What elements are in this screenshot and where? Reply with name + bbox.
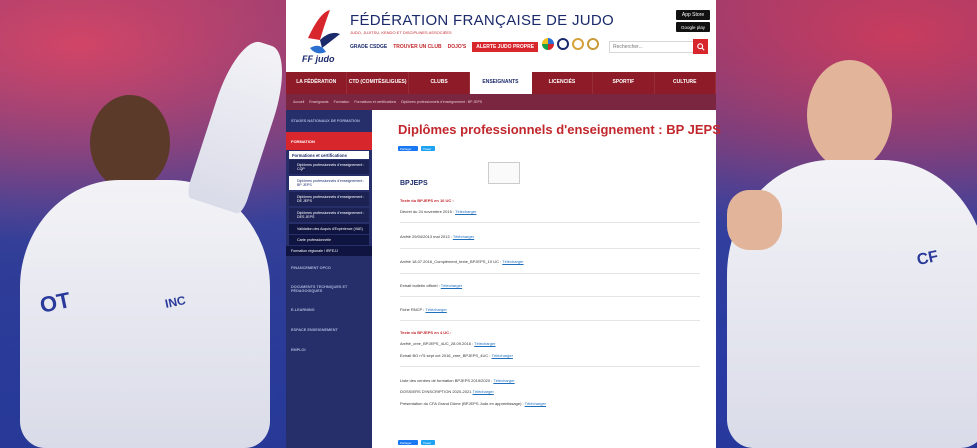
download-link[interactable]: Télécharger — [425, 307, 446, 312]
divider — [400, 222, 700, 223]
nav-licencies[interactable]: LICENCIÉS — [532, 72, 594, 94]
search-icon — [696, 42, 705, 51]
partner-logo-icon[interactable] — [542, 38, 554, 50]
facebook-share-button[interactable]: Partager — [398, 146, 418, 151]
nav-ctd[interactable]: CTD (COMITÉS/LIGUES) — [347, 72, 409, 94]
divider — [400, 296, 700, 297]
download-link[interactable]: Télécharger — [492, 353, 513, 358]
quicklink-grade[interactable]: GRADE CSDGE — [350, 44, 387, 50]
site-header: FF judo FÉDÉRATION FRANÇAISE DE JUDO JUD… — [286, 0, 716, 70]
nav-la-federation[interactable]: LA FÉDÉRATION — [286, 72, 348, 94]
search-button[interactable] — [693, 39, 708, 54]
divider — [400, 320, 700, 321]
site-subtitle: JUDO, JUJITSU, KENDO ET DISCIPLINES ASSO… — [350, 30, 452, 35]
nav-enseignants[interactable]: ENSEIGNANTS — [470, 72, 532, 94]
download-link[interactable]: Télécharger — [453, 234, 474, 239]
text-line: Extrait BO n°5 sept oct 2016_cree_BPJEPS… — [400, 353, 513, 358]
download-link[interactable]: Télécharger — [474, 341, 495, 346]
sidebar-item-espace-enseignement[interactable]: ESPACE ENSEIGNEMENT — [286, 322, 372, 338]
text-line: Présentation du CFA Grand Dôme (BPJEPS J… — [400, 401, 547, 406]
sidebar-subitem-dejeps[interactable]: Diplômes professionnels d'enseignement :… — [289, 192, 369, 206]
text-line: DOSSIERS D'INSCRIPTION 2020-2021 Télécha… — [400, 389, 494, 394]
section-title: BPJEPS — [400, 180, 428, 187]
divider — [400, 273, 700, 274]
search-input[interactable]: Rechercher... — [609, 41, 701, 53]
download-link[interactable]: Télécharger — [473, 389, 494, 394]
facebook-share-button[interactable]: Partager — [398, 440, 418, 445]
breadcrumb-current: Diplômes professionnels d'enseignement :… — [401, 100, 483, 104]
sidebar-item-documents[interactable]: DOCUMENTS TECHNIQUES ET PÉDAGOGIQUES — [286, 280, 372, 298]
quicklinks: GRADE CSDGE TROUVER UN CLUB DOJO'S ALERT… — [350, 42, 539, 52]
sidebar-subitem-vae[interactable]: Validation des Acquis d'Expérience (VAE) — [289, 224, 369, 234]
sidebar-item-stages[interactable]: STAGES NATIONAUX DE FORMATION — [286, 114, 372, 128]
divider — [400, 366, 700, 367]
share-buttons-top: Partager Tweet — [398, 146, 435, 151]
partner-logo-icon[interactable] — [557, 38, 569, 50]
athlete-left-head — [90, 95, 170, 190]
quicklink-dojos[interactable]: DOJO'S — [448, 44, 467, 50]
athlete-right-fist — [727, 190, 782, 250]
twitter-share-button[interactable]: Tweet — [421, 146, 435, 151]
download-link[interactable]: Télécharger — [455, 209, 476, 214]
alert-judo-propre-button[interactable]: ALERTE JUDO PROPRE — [472, 42, 539, 52]
text-line: Décret du 24 novembre 2015 : Télécharger — [400, 209, 477, 214]
athlete-left-arm — [185, 34, 295, 216]
dossiers-inscription-link[interactable]: DOSSIERS D'INSCRIPTION 2020-2021 — [400, 389, 471, 394]
document-thumbnail[interactable] — [488, 162, 520, 184]
nav-culture[interactable]: CULTURE — [655, 72, 716, 94]
quicklink-trouver-club[interactable]: TROUVER UN CLUB — [393, 44, 441, 50]
sidebar-item-emploi[interactable]: EMPLOI — [286, 342, 372, 358]
text-line: Fiche RNCP : Télécharger — [400, 307, 447, 312]
breadcrumb-item[interactable]: Formations et certifications — [354, 100, 396, 104]
main-page: FF judo FÉDÉRATION FRANÇAISE DE JUDO JUD… — [286, 0, 721, 448]
olympic-logo-icon[interactable] — [572, 38, 584, 50]
sidebar-item-financement[interactable]: FINANCEMENT OPCO — [286, 260, 372, 276]
text-line: Extrait bulletin officiel : Télécharger — [400, 283, 463, 288]
text-line: Arrêté_cree_BPJEPS_4UC_28.09.2016 : Télé… — [400, 341, 496, 346]
paralympic-logo-icon[interactable] — [587, 38, 599, 50]
sidebar-subitem-bpjeps[interactable]: Diplômes professionnels d'enseignement :… — [289, 176, 369, 190]
text-line: Arrêté 29/04/2013 mai 2013 : Télécharger — [400, 234, 475, 239]
download-link[interactable]: Télécharger — [441, 283, 462, 288]
text-line: Liste des centres de formation BPJEPS 20… — [400, 378, 515, 383]
breadcrumb: Accueil Enseignants Formation Formations… — [286, 94, 716, 110]
logo-text: FF judo — [302, 54, 335, 64]
divider — [400, 248, 700, 249]
heading-4uc: Texte du BPJEPS en 4 UC : — [400, 330, 452, 335]
athlete-right-photo: CF — [687, 0, 977, 448]
athlete-right-head — [807, 60, 892, 170]
sidebar: STAGES NATIONAUX DE FORMATION FORMATION … — [286, 110, 372, 448]
breadcrumb-item[interactable]: Formation — [334, 100, 350, 104]
sidebar-subitem-cqp[interactable]: Diplômes professionnels d'enseignement :… — [289, 160, 369, 174]
content-area: Diplômes professionnels d'enseignement :… — [390, 110, 721, 448]
sidebar-item-elearning[interactable]: E-LEARNING — [286, 302, 372, 318]
sidebar-subitem-carte-pro[interactable]: Carte professionnelle — [289, 235, 369, 245]
site-title[interactable]: FÉDÉRATION FRANÇAISE DE JUDO — [350, 12, 614, 29]
athlete-left-photo: OT INC — [0, 0, 295, 448]
sidebar-item-formations-certifications[interactable]: Formations et certifications — [289, 151, 369, 159]
download-link[interactable]: Télécharger — [525, 401, 546, 406]
nav-sportif[interactable]: SPORTIF — [593, 72, 655, 94]
breadcrumb-item[interactable]: Enseignants — [309, 100, 328, 104]
twitter-share-button[interactable]: Tweet — [421, 440, 435, 445]
partner-logos — [542, 38, 599, 50]
text-line: Arrêté 18.07.2016_Complément_texte_BPJEP… — [400, 259, 524, 264]
sidebar-subitem-desjeps[interactable]: Diplômes professionnels d'enseignement :… — [289, 208, 369, 222]
main-nav: LA FÉDÉRATION CTD (COMITÉS/LIGUES) CLUBS… — [286, 72, 716, 94]
google-play-badge[interactable]: Google play — [676, 22, 710, 32]
share-buttons-bottom: Partager Tweet — [398, 440, 435, 445]
breadcrumb-item[interactable]: Accueil — [293, 100, 304, 104]
app-store-badge[interactable]: App Store — [676, 10, 710, 20]
download-link[interactable]: Télécharger — [493, 378, 514, 383]
heading-10uc: Texte du BPJEPS en 10 UC : — [400, 198, 454, 203]
sidebar-item-formation[interactable]: FORMATION — [286, 132, 372, 150]
nav-clubs[interactable]: CLUBS — [409, 72, 471, 94]
download-link[interactable]: Télécharger — [502, 259, 523, 264]
page-title: Diplômes professionnels d'enseignement :… — [398, 122, 721, 137]
sidebar-subitem-formation-regionale[interactable]: Formation régionale / IRFEJJ — [286, 246, 372, 256]
